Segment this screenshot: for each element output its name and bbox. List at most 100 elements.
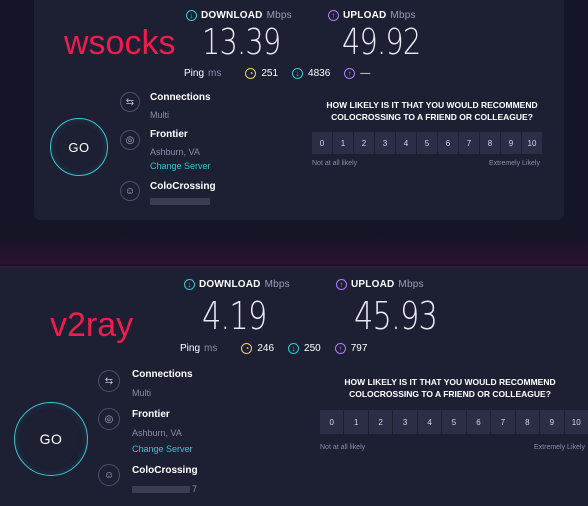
test-label: wsocks (64, 24, 176, 62)
test-label: v2ray (50, 306, 134, 344)
rating-option[interactable]: 5 (442, 410, 466, 434)
download-latency-value: 250 (304, 343, 321, 354)
survey-question: HOW LIKELY IS IT THAT YOU WOULD RECOMMEN… (312, 99, 552, 123)
download-speed-value: 13.39 (202, 22, 281, 63)
upload-header: ↑ UPLOAD Mbps (328, 10, 416, 21)
upload-arrow-icon: ↑ (336, 279, 347, 290)
rating-option[interactable]: 4 (417, 410, 442, 434)
isp-title: ColoCrossing (132, 465, 198, 476)
download-arrow-icon: ↓ (186, 10, 197, 21)
upload-speed-value: 45.93 (354, 294, 438, 338)
divider-band (0, 232, 588, 264)
upload-latency: ↑ 797 (334, 343, 368, 354)
idle-latency-icon: ◔ (241, 343, 253, 354)
upload-label: UPLOAD (351, 279, 395, 290)
ping-row: Ping ms ◔ 251 ↓ 4836 ↑ — (184, 68, 384, 79)
rating-option[interactable]: 2 (354, 132, 374, 154)
upload-latency-icon: ↑ (344, 68, 356, 79)
rating-option[interactable]: 3 (393, 410, 417, 434)
upload-unit: Mbps (390, 10, 416, 21)
ping-unit: ms (208, 68, 222, 79)
rating-option[interactable]: 2 (368, 410, 393, 434)
idle-latency-icon: ◔ (245, 68, 257, 79)
redacted-ip (132, 485, 190, 493)
download-unit: Mbps (264, 279, 290, 290)
upload-latency-icon: ↑ (334, 343, 346, 354)
rating-option[interactable]: 6 (466, 410, 491, 434)
ping-label: Ping (184, 68, 205, 79)
rating-option[interactable]: 7 (459, 132, 479, 154)
ip-address: 7 (132, 484, 197, 494)
upload-label: UPLOAD (343, 10, 387, 21)
scale-low-label: Not at all likely (320, 444, 366, 451)
upload-arrow-icon: ↑ (328, 10, 339, 21)
upload-speed-value: 49.92 (342, 22, 421, 63)
ip-tail: 7 (192, 484, 198, 494)
rating-option[interactable]: 5 (417, 132, 437, 154)
survey-question-line1: HOW LIKELY IS IT THAT YOU WOULD RECOMMEN… (344, 377, 556, 387)
globe-icon: ◎ (120, 130, 140, 150)
change-server-link[interactable]: Change Server (132, 444, 193, 454)
upload-latency-value: 797 (350, 343, 368, 354)
download-label: DOWNLOAD (201, 10, 263, 21)
survey-question: HOW LIKELY IS IT THAT YOU WOULD RECOMMEN… (320, 376, 580, 400)
connections-icon: ⇆ (120, 92, 140, 112)
ping-unit: ms (204, 343, 218, 354)
globe-icon: ◎ (98, 408, 120, 430)
rating-option[interactable]: 7 (491, 410, 515, 434)
idle-latency-value: 251 (261, 68, 279, 79)
download-latency: ↓ 250 (288, 343, 321, 354)
server-location: Ashburn, VA (132, 428, 182, 438)
connections-value: Multi (132, 388, 152, 398)
idle-latency: ◔ 246 (241, 343, 274, 354)
server-title: Frontier (150, 129, 188, 140)
rating-option[interactable]: 8 (515, 410, 540, 434)
idle-latency-value: 246 (257, 343, 275, 354)
rating-option[interactable]: 6 (438, 132, 458, 154)
rating-option[interactable]: 0 (312, 132, 332, 154)
download-header: ↓ DOWNLOAD Mbps (184, 279, 290, 290)
rating-scale: 0 1 2 3 4 5 6 7 8 9 10 (312, 132, 542, 154)
upload-header: ↑ UPLOAD Mbps (336, 279, 424, 290)
rating-option[interactable]: 4 (396, 132, 416, 154)
upload-latency-value: — (360, 68, 371, 79)
user-icon: ☺ (120, 181, 140, 201)
survey-question-line1: HOW LIKELY IS IT THAT YOU WOULD RECOMMEN… (326, 100, 538, 110)
connections-title: Connections (132, 369, 193, 380)
go-button[interactable]: GO (14, 402, 88, 476)
ping-label: Ping (180, 343, 201, 354)
connections-value: Multi (150, 110, 170, 120)
download-header: ↓ DOWNLOAD Mbps (186, 10, 292, 21)
download-latency-icon: ↓ (292, 68, 304, 79)
download-unit: Mbps (266, 10, 292, 21)
rating-option[interactable]: 10 (522, 132, 542, 154)
ping-row: Ping ms ◔ 246 ↓ 250 ↑ 797 (180, 343, 381, 354)
rating-option[interactable]: 0 (320, 410, 344, 434)
download-latency-icon: ↓ (288, 343, 300, 354)
go-button[interactable]: GO (50, 118, 108, 176)
download-speed-value: 4.19 (202, 294, 267, 338)
change-server-link[interactable]: Change Server (150, 161, 211, 171)
server-title: Frontier (132, 409, 170, 420)
idle-latency: ◔ 251 (245, 68, 278, 79)
rating-option[interactable]: 9 (540, 410, 564, 434)
rating-option[interactable]: 8 (480, 132, 500, 154)
rating-option[interactable]: 1 (333, 132, 353, 154)
download-arrow-icon: ↓ (184, 279, 195, 290)
redacted-ip (150, 198, 210, 205)
download-label: DOWNLOAD (199, 279, 261, 290)
connections-title: Connections (150, 92, 211, 103)
rating-option[interactable]: 1 (344, 410, 368, 434)
scale-high-label: Extremely Likely (534, 444, 585, 451)
connections-icon: ⇆ (98, 370, 120, 392)
speedtest-result-panel-bottom: ↓ DOWNLOAD Mbps ↑ UPLOAD Mbps v2ray 4.19… (0, 266, 588, 506)
rating-option[interactable]: 3 (375, 132, 395, 154)
survey-question-line2: COLOCROSSING TO A FRIEND OR COLLEAGUE? (331, 112, 533, 122)
scale-high-label: Extremely Likely (489, 160, 540, 167)
isp-title: ColoCrossing (150, 181, 216, 192)
rating-option[interactable]: 9 (501, 132, 521, 154)
download-latency: ↓ 4836 (292, 68, 330, 79)
survey-question-line2: COLOCROSSING TO A FRIEND OR COLLEAGUE? (349, 389, 551, 399)
rating-option[interactable]: 10 (564, 410, 588, 434)
rating-scale: 0 1 2 3 4 5 6 7 8 9 10 (320, 410, 588, 434)
